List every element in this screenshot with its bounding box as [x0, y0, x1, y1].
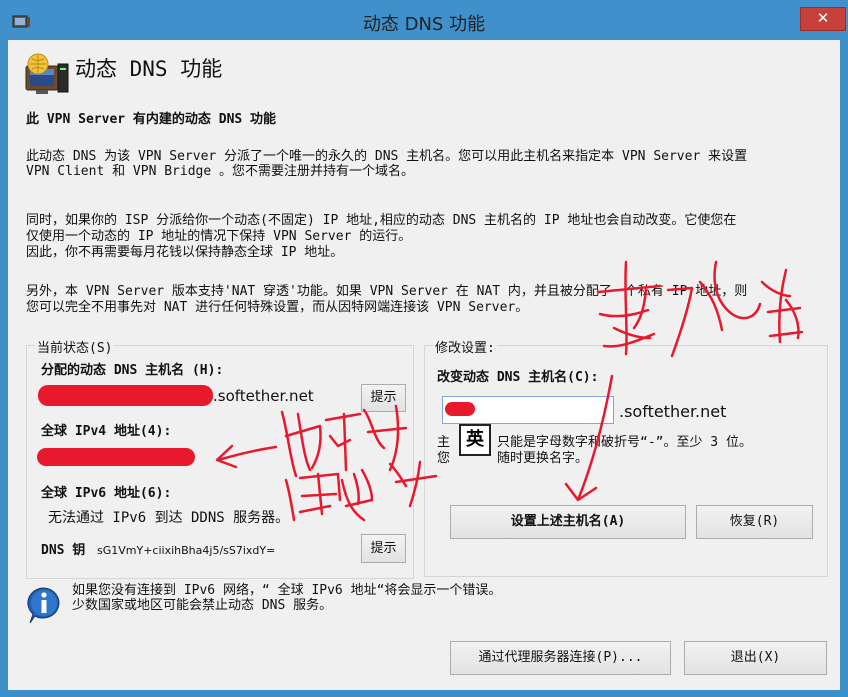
help-line-2: 随时更换名字。	[497, 451, 589, 466]
intro-heading: 此 VPN Server 有内建的动态 DNS 功能	[26, 112, 277, 127]
restore-button[interactable]: 恢复(R)	[696, 505, 813, 539]
help-prefix-2: 您	[437, 451, 451, 466]
modify-group-label: 修改设置:	[433, 337, 497, 356]
close-button[interactable]: ✕	[800, 7, 846, 31]
info-line-1: 如果您没有连接到 IPv6 网络，“ 全球 IPv6 地址“将会显示一个错误。	[72, 583, 502, 598]
hostname-redaction	[38, 385, 213, 406]
intro-para3-line1: 另外，本 VPN Server 版本支持'NAT 穿透'功能。如果 VPN Se…	[26, 284, 748, 299]
modify-settings-group: 修改设置: 改变动态 DNS 主机名(C): .softether.net 主 …	[424, 337, 828, 577]
dns-key-label: DNS 钥	[41, 543, 86, 558]
dialog-body: 动态 DNS 功能 此 VPN Server 有内建的动态 DNS 功能 此动态…	[8, 40, 840, 690]
ipv4-label: 全球 IPv4 地址(4):	[41, 424, 172, 439]
intro-para1-line2: VPN Client 和 VPN Bridge 。您不需要注册并持有一个域名。	[26, 164, 415, 179]
set-hostname-button[interactable]: 设置上述主机名(A)	[450, 505, 686, 539]
ipv6-value: 无法通过 IPv6 到达 DDNS 服务器。	[48, 510, 290, 526]
intro-para2-line3: 因此，你不再需要每月花钱以保持静态全球 IP 地址。	[26, 245, 344, 260]
info-line-2: 少数国家或地区可能会禁止动态 DNS 服务。	[72, 598, 333, 613]
current-status-group-label: 当前状态(S)	[35, 337, 115, 356]
intro-para1-line1: 此动态 DNS 为该 VPN Server 分派了一个唯一的永久的 DNS 主机…	[26, 149, 748, 164]
hostname-suffix: .softether.net	[213, 387, 314, 405]
hostname-label: 分配的动态 DNS 主机名 (H):	[41, 363, 224, 378]
change-hostname-label: 改变动态 DNS 主机名(C):	[437, 370, 599, 385]
exit-button[interactable]: 退出(X)	[684, 641, 827, 675]
computer-globe-icon	[25, 53, 69, 94]
input-redaction	[445, 402, 475, 416]
title-bar: 动态 DNS 功能 ✕	[0, 0, 848, 40]
proxy-connect-button[interactable]: 通过代理服务器连接(P)...	[450, 641, 671, 675]
intro-para3-line2: 您可以完全不用事先对 NAT 进行任何特殊设置，而从因特网端连接该 VPN Se…	[26, 300, 529, 315]
dns-key-value: sG1VmY+ciixihBha4j5/sS7ixdY=	[97, 544, 276, 557]
ipv6-label: 全球 IPv6 地址(6):	[41, 486, 172, 501]
info-icon	[27, 587, 60, 624]
dns-key-hint-button[interactable]: 提示	[361, 534, 406, 563]
intro-para2-line2: 仅使用一个动态的 IP 地址的情况下保持 VPN Server 的运行。	[26, 229, 412, 244]
header-title: 动态 DNS 功能	[75, 57, 223, 81]
hostname-input[interactable]	[442, 396, 614, 424]
dynamic-dns-window: 动态 DNS 功能 ✕ 动态 DNS 功能 此 VPN Server 有内建的动…	[0, 0, 848, 697]
ime-indicator: 英	[459, 424, 491, 456]
window-title: 动态 DNS 功能	[362, 14, 486, 35]
intro-para2-line1: 同时，如果你的 ISP 分派给你一个动态(不固定) IP 地址,相应的动态 DN…	[26, 213, 737, 228]
hostname-hint-button[interactable]: 提示	[361, 384, 406, 412]
current-status-group: 当前状态(S) 分配的动态 DNS 主机名 (H): .softether.ne…	[26, 337, 414, 579]
input-suffix: .softether.net	[619, 402, 727, 421]
ipv4-redaction	[37, 448, 195, 466]
